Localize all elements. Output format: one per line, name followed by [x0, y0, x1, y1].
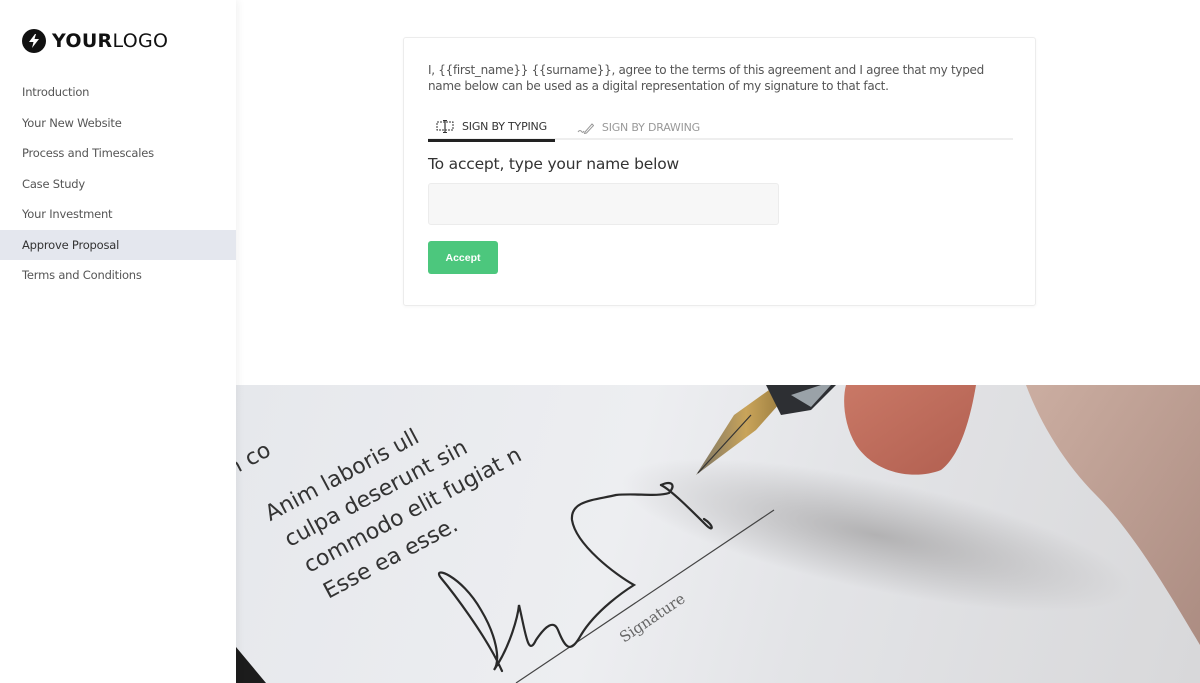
sidebar-item-approve-proposal[interactable]: Approve Proposal — [0, 229, 236, 260]
sidebar-item-your-investment[interactable]: Your Investment — [0, 199, 236, 230]
signature-line — [515, 509, 775, 683]
photo-illustration: mpo psum co Anim laboris ull culpa deser… — [236, 385, 1200, 683]
logo[interactable]: YOURLOGO — [22, 29, 168, 53]
sidebar: YOURLOGO Introduction Your New Website P… — [0, 0, 236, 683]
sidebar-item-introduction[interactable]: Introduction — [0, 77, 236, 108]
finger — [844, 385, 976, 475]
handwritten-signature — [438, 481, 674, 673]
tab-sign-by-drawing[interactable]: SIGN BY DRAWING — [569, 115, 708, 140]
sidebar-nav: Introduction Your New Website Process an… — [0, 77, 236, 291]
signature-tabs: SIGN BY TYPING SIGN BY DRAWING — [428, 115, 1013, 142]
document-text: mpo psum co Anim laboris ull culpa deser… — [236, 425, 526, 605]
sidebar-item-terms-and-conditions[interactable]: Terms and Conditions — [0, 260, 236, 291]
lightning-bolt-icon — [22, 29, 46, 53]
logo-text: YOURLOGO — [52, 30, 168, 52]
document-line: psum co — [236, 438, 275, 504]
typed-name-input[interactable] — [428, 183, 779, 225]
signing-document-photo: mpo psum co Anim laboris ull culpa deser… — [236, 385, 1200, 683]
text-cursor-icon — [436, 119, 454, 133]
sidebar-item-case-study[interactable]: Case Study — [0, 169, 236, 200]
accept-instruction: To accept, type your name below — [428, 155, 679, 173]
agreement-text: I, {{first_name}} {{surname}}, agree to … — [428, 63, 984, 93]
signature-card: I, {{first_name}} {{surname}}, agree to … — [403, 37, 1036, 306]
logo-text-light: LOGO — [112, 30, 169, 52]
sidebar-item-your-new-website[interactable]: Your New Website — [0, 108, 236, 139]
accept-button[interactable]: Accept — [428, 241, 498, 274]
signature-line-label: Signature — [616, 589, 688, 646]
tab-sign-by-drawing-label: SIGN BY DRAWING — [601, 121, 701, 134]
logo-text-bold: YOUR — [52, 30, 113, 52]
pen-icon — [577, 122, 594, 134]
dark-corner — [236, 647, 266, 683]
tab-sign-by-typing-label: SIGN BY TYPING — [462, 119, 547, 133]
sidebar-item-process-and-timescales[interactable]: Process and Timescales — [0, 138, 236, 169]
tab-sign-by-typing[interactable]: SIGN BY TYPING — [428, 115, 555, 142]
